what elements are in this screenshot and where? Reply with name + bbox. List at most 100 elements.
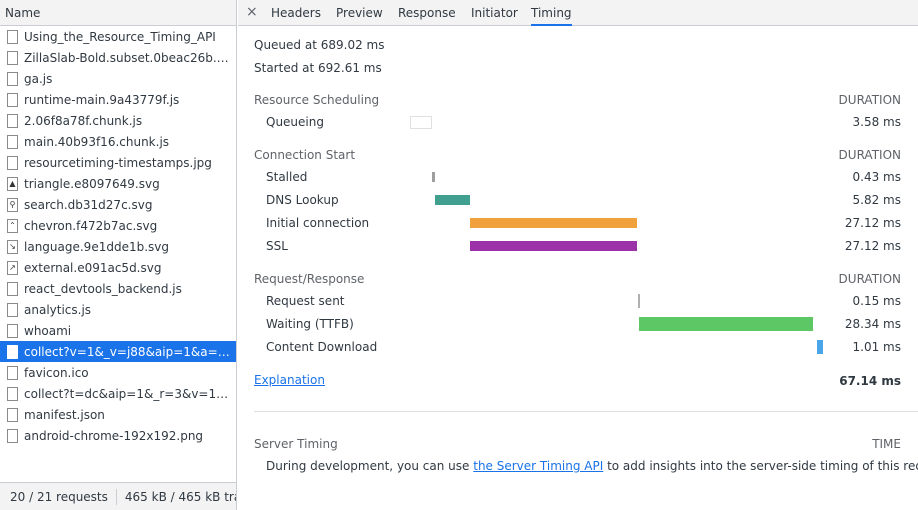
row-value-queueing: 3.58 ms (852, 115, 901, 129)
document-icon (7, 113, 18, 128)
row-label-ssl: SSL (266, 239, 288, 253)
row-label-content-download: Content Download (266, 340, 378, 354)
document-icon (7, 134, 18, 149)
request-list-item[interactable]: ⚲ search.db31d27c.svg (0, 194, 236, 215)
document-icon (7, 92, 18, 107)
duration-header: DURATION (838, 93, 901, 107)
duration-header: DURATION (838, 272, 901, 286)
row-label-dns-lookup: DNS Lookup (266, 193, 339, 207)
document-icon (7, 365, 18, 380)
bar-request-sent (637, 294, 640, 308)
request-list-item[interactable]: manifest.json (0, 404, 236, 425)
row-value-stalled: 0.43 ms (852, 170, 901, 184)
request-name: chevron.f472b7ac.svg (24, 218, 158, 233)
status-bar: 20 / 21 requests 465 kB / 465 kB trans (0, 482, 236, 510)
document-icon (7, 386, 18, 401)
row-label-initial-connection: Initial connection (266, 216, 370, 230)
request-name: whoami (24, 323, 72, 338)
request-name: react_devtools_backend.js (24, 281, 182, 296)
bar-content-download (816, 340, 823, 354)
request-name: main.40b93f16.chunk.js (24, 134, 170, 149)
bar-queueing (410, 116, 433, 129)
request-list-item[interactable]: Using_the_Resource_Timing_API (0, 26, 236, 47)
request-name: 2.06f8a78f.chunk.js (24, 113, 143, 128)
duration-header: DURATION (838, 148, 901, 162)
row-value-dns-lookup: 5.82 ms (852, 193, 901, 207)
explanation-link[interactable]: Explanation (254, 373, 325, 387)
row-label-stalled: Stalled (266, 170, 308, 184)
tab-headers[interactable]: Headers (271, 0, 321, 26)
chevron-icon: ⌃ (7, 218, 18, 233)
section-title-connection-start: Connection Start (254, 148, 356, 162)
started-at: Started at 692.61 ms (254, 61, 382, 75)
section-title-request-response: Request/Response (254, 272, 365, 286)
request-list-item[interactable]: main.40b93f16.chunk.js (0, 131, 236, 152)
row-value-request-sent: 0.15 ms (852, 294, 901, 308)
bar-ssl (470, 241, 638, 251)
transfer-size: 465 kB / 465 kB trans (124, 489, 236, 504)
bar-dns-lookup (434, 195, 471, 205)
request-list-item[interactable]: analytics.js (0, 299, 236, 320)
tab-preview[interactable]: Preview (336, 0, 383, 26)
row-value-waiting-ttfb: 28.34 ms (844, 317, 901, 331)
request-name: search.db31d27c.svg (24, 197, 153, 212)
server-timing-title: Server Timing (254, 437, 338, 451)
document-icon (7, 50, 18, 65)
server-timing-text-after: to add insights into the server-side tim… (603, 459, 918, 473)
row-label-waiting-ttfb: Waiting (TTFB) (266, 317, 354, 331)
bar-stalled (432, 172, 435, 182)
request-name: analytics.js (24, 302, 92, 317)
request-details-panel: × Headers Preview Response Initiator Tim… (238, 0, 918, 510)
document-icon (7, 428, 18, 443)
bar-initial-connection (470, 218, 638, 228)
row-value-content-download: 1.01 ms (852, 340, 901, 354)
request-list-item[interactable]: ⌃ chevron.f472b7ac.svg (0, 215, 236, 236)
requests-panel: Name Using_the_Resource_Timing_API ZillaS… (0, 0, 237, 510)
request-list: Using_the_Resource_Timing_API ZillaSlab-B… (0, 26, 236, 446)
request-name: ZillaSlab-Bold.subset.0beac26b.woff2 (24, 50, 236, 65)
document-icon (7, 344, 18, 359)
request-list-item[interactable]: collect?v=1&_v=j88&aip=1&a=3427… (0, 341, 236, 362)
document-icon (7, 29, 18, 44)
request-list-item[interactable]: ▲ triangle.e8097649.svg (0, 173, 236, 194)
queued-at: Queued at 689.02 ms (254, 38, 385, 52)
row-label-queueing: Queueing (266, 115, 324, 129)
request-list-item[interactable]: ZillaSlab-Bold.subset.0beac26b.woff2 (0, 47, 236, 68)
tab-timing[interactable]: Timing (531, 0, 572, 26)
section-divider (254, 411, 918, 412)
server-timing-header: TIME (872, 437, 901, 451)
request-list-item[interactable]: resourcetiming-timestamps.jpg (0, 152, 236, 173)
request-list-item[interactable]: favicon.ico (0, 362, 236, 383)
request-list-item[interactable]: whoami (0, 320, 236, 341)
request-list-item[interactable]: android-chrome-192x192.png (0, 425, 236, 446)
request-name: favicon.ico (24, 365, 89, 380)
request-list-item[interactable]: ↗ external.e091ac5d.svg (0, 257, 236, 278)
tab-initiator[interactable]: Initiator (471, 0, 518, 26)
server-timing-description: During development, you can use the Serv… (266, 459, 918, 473)
total-duration: 67.14 ms (839, 374, 901, 388)
document-icon (7, 71, 18, 86)
request-list-item[interactable]: react_devtools_backend.js (0, 278, 236, 299)
document-icon (7, 323, 18, 338)
triangle-icon: ▲ (7, 176, 18, 191)
request-name: ga.js (24, 71, 53, 86)
request-name: external.e091ac5d.svg (24, 260, 162, 275)
request-count: 20 / 21 requests (0, 488, 117, 505)
request-list-item[interactable]: 2.06f8a78f.chunk.js (0, 110, 236, 131)
request-name: triangle.e8097649.svg (24, 176, 160, 191)
server-timing-text-before: During development, you can use (266, 459, 474, 473)
request-list-item[interactable]: collect?t=dc&aip=1&_r=3&v=1&_v=j… (0, 383, 236, 404)
details-tab-bar: × Headers Preview Response Initiator Tim… (238, 0, 918, 26)
document-icon (7, 302, 18, 317)
tab-response[interactable]: Response (398, 0, 456, 26)
row-value-ssl: 27.12 ms (844, 239, 901, 253)
document-icon (7, 281, 18, 296)
close-icon[interactable]: × (246, 4, 258, 20)
search-icon: ⚲ (7, 197, 18, 212)
name-column-header[interactable]: Name (0, 0, 236, 26)
request-list-item[interactable]: ↘ language.9e1dde1b.svg (0, 236, 236, 257)
document-icon (7, 407, 18, 422)
request-list-item[interactable]: ga.js (0, 68, 236, 89)
server-timing-api-link[interactable]: the Server Timing API (473, 459, 603, 473)
request-list-item[interactable]: runtime-main.9a43779f.js (0, 89, 236, 110)
